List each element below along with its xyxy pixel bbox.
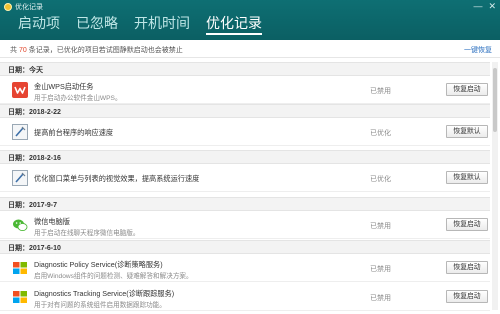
windows-icon: [12, 289, 28, 305]
summary-bar: 共 70 条记录，已优化的项目若试图静默启动也会被禁止 一键恢复: [0, 40, 500, 58]
item-status: 已禁用: [370, 88, 391, 95]
date-label: 日期：2018-2-16: [8, 155, 61, 162]
item-status: 已禁用: [370, 223, 391, 230]
date-header: 日期：2017-9-7: [0, 197, 490, 211]
list-item: 提高前台程序的响应速度 已优化 恢复默认: [0, 118, 490, 146]
restore-all-link[interactable]: 一键恢复: [464, 45, 492, 55]
title-bar: 优化记录 — ✕ 启动项 已忽略 开机时间 优化记录: [0, 0, 500, 40]
restore-startup-button[interactable]: 恢复启动: [446, 290, 488, 303]
item-title: Diagnostics Tracking Service(诊断跟踪服务): [34, 289, 175, 298]
scrollbar[interactable]: [492, 62, 498, 310]
date-header: 日期：2017-6-10: [0, 240, 490, 254]
item-status: 已禁用: [370, 266, 391, 273]
item-description: 用于对有问题的系统组件启用数据跟踪功能。: [34, 302, 166, 309]
wechat-icon: [12, 217, 28, 233]
tool-icon: [12, 170, 28, 186]
tab-boot-time[interactable]: 开机时间: [134, 14, 190, 32]
list-item: Diagnostic Policy Service(诊断策略服务) 启用Wind…: [0, 254, 490, 282]
tab-optimization-history[interactable]: 优化记录: [206, 14, 262, 32]
item-status: 已优化: [370, 176, 391, 183]
item-title: 微信电脑版: [34, 217, 70, 226]
wps-icon: [12, 82, 28, 98]
tab-ignored[interactable]: 已忽略: [76, 14, 118, 32]
history-list: 日期：今天 金山WPS启动任务 用于启动办公软件金山WPS。 已禁用 恢复启动 …: [0, 58, 490, 314]
item-title: 优化窗口菜单与列表的视觉效果，提高系统运行速度: [34, 174, 200, 183]
window-title: 优化记录: [15, 4, 43, 11]
item-status: 已优化: [370, 130, 391, 137]
item-status: 已禁用: [370, 295, 391, 302]
tab-startup-items[interactable]: 启动项: [18, 14, 60, 32]
item-title: 提高前台程序的响应速度: [34, 128, 114, 137]
summary-text: 条记录，已优化的项目若试图静默启动也会被禁止: [28, 47, 183, 54]
scrollbar-thumb[interactable]: [493, 68, 497, 132]
date-header: 日期：2018-2-16: [0, 150, 490, 164]
list-item: 金山WPS启动任务 用于启动办公软件金山WPS。 已禁用 恢复启动: [0, 76, 490, 104]
date-label: 日期：2018-2-22: [8, 109, 61, 116]
date-label: 日期：2017-6-10: [8, 245, 61, 252]
item-description: 启用Windows组件的问题检测、疑难解答和解决方案。: [34, 273, 193, 280]
window-controls: — ✕: [473, 2, 496, 11]
date-label: 日期：2017-9-7: [8, 202, 58, 209]
summary-prefix: 共: [10, 47, 17, 54]
item-description: 用于启动办公软件金山WPS。: [34, 95, 122, 102]
minimize-icon[interactable]: —: [473, 2, 482, 11]
date-label: 日期：今天: [8, 67, 43, 74]
restore-default-button[interactable]: 恢复默认: [446, 125, 488, 138]
app-title-area: 优化记录: [4, 2, 43, 12]
close-icon[interactable]: ✕: [488, 2, 496, 11]
item-description: 用于启动在线聊天程序微信电脑版。: [34, 230, 140, 237]
record-count: 70: [18, 47, 27, 54]
app-logo-icon: [4, 3, 12, 11]
item-title: Diagnostic Policy Service(诊断策略服务): [34, 260, 163, 269]
date-header: 日期：今天: [0, 62, 490, 76]
restore-startup-button[interactable]: 恢复启动: [446, 261, 488, 274]
list-item: 微信电脑版 用于启动在线聊天程序微信电脑版。 已禁用 恢复启动: [0, 211, 490, 239]
list-item: Diagnostics Tracking Service(诊断跟踪服务) 用于对…: [0, 283, 490, 311]
restore-startup-button[interactable]: 恢复启动: [446, 83, 488, 96]
windows-icon: [12, 260, 28, 276]
restore-startup-button[interactable]: 恢复启动: [446, 218, 488, 231]
active-tab-indicator: [206, 33, 262, 35]
date-header: 日期：2018-2-22: [0, 104, 490, 118]
list-item: 优化窗口菜单与列表的视觉效果，提高系统运行速度 已优化 恢复默认: [0, 164, 490, 192]
item-title: 金山WPS启动任务: [34, 82, 94, 91]
tool-icon: [12, 124, 28, 140]
record-summary: 共 70 条记录，已优化的项目若试图静默启动也会被禁止: [10, 45, 183, 55]
restore-default-button[interactable]: 恢复默认: [446, 171, 488, 184]
